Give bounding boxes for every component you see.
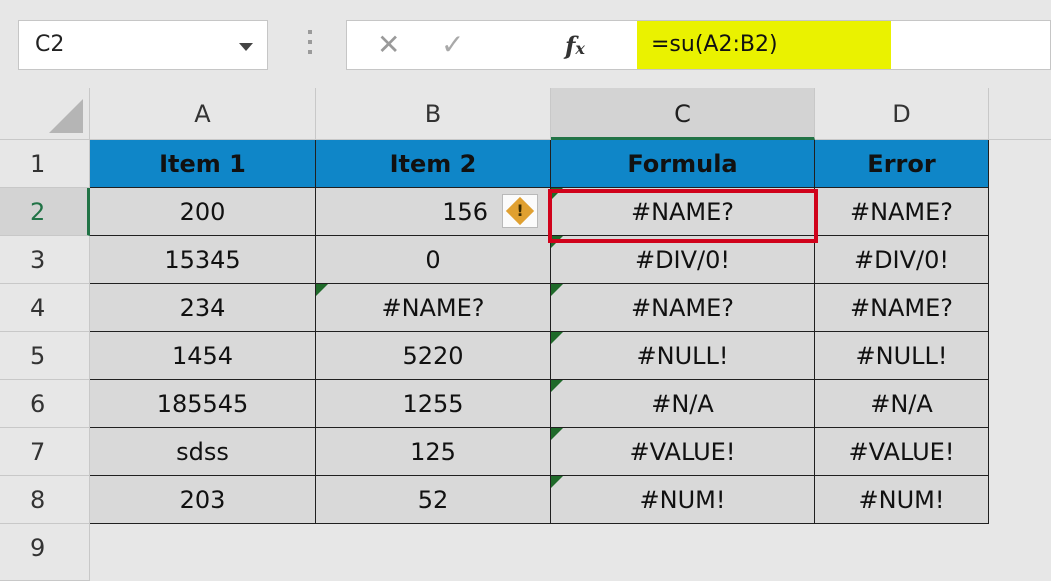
table-cell[interactable]: #NAME? (815, 188, 989, 236)
table-cell[interactable]: #NULL! (551, 332, 815, 380)
table-cell[interactable]: #VALUE! (551, 428, 815, 476)
column-header-c[interactable]: C (551, 88, 815, 140)
table-cell[interactable]: #NAME? (551, 284, 815, 332)
error-indicator-icon[interactable] (551, 380, 563, 392)
table-cell[interactable]: 125 (316, 428, 551, 476)
table-cell[interactable]: 203 (90, 476, 316, 524)
error-options-button[interactable]: ! (502, 194, 538, 228)
row-header-3[interactable]: 3 (0, 236, 90, 284)
table-cell[interactable]: sdss (90, 428, 316, 476)
table-header-cell[interactable]: Item 2 (316, 140, 551, 188)
name-box[interactable]: C2 (18, 20, 268, 70)
error-indicator-icon[interactable] (551, 332, 563, 344)
select-all-icon (49, 99, 83, 133)
error-indicator-icon[interactable] (551, 428, 563, 440)
table-cell[interactable]: #NUM! (551, 476, 815, 524)
column-header-empty (989, 88, 1051, 140)
table-cell[interactable]: 1255 (316, 380, 551, 428)
error-indicator-icon[interactable] (316, 284, 328, 296)
row-header-2[interactable]: 2 (0, 188, 90, 236)
cell-value: #NUM! (639, 486, 726, 514)
drag-handle-icon[interactable] (308, 30, 312, 60)
formula-bar: C2 ✕ ✓ fx =su(A2:B2) (0, 0, 1051, 88)
table-header-cell[interactable]: Error (815, 140, 989, 188)
table-cell[interactable]: 1454 (90, 332, 316, 380)
table-cell[interactable]: 185545 (90, 380, 316, 428)
row-header-1[interactable]: 1 (0, 140, 90, 188)
error-indicator-icon[interactable] (551, 284, 563, 296)
checkmark-icon[interactable]: ✓ (441, 31, 464, 59)
insert-function-icon[interactable]: fx (565, 31, 585, 60)
column-header-d[interactable]: D (815, 88, 989, 140)
table-cell[interactable]: #NUM! (815, 476, 989, 524)
table-header-cell[interactable]: Formula (551, 140, 815, 188)
table-cell[interactable]: #NAME? (316, 284, 551, 332)
error-indicator-icon[interactable] (551, 236, 563, 248)
table-cell[interactable]: #DIV/0! (815, 236, 989, 284)
cell-value: #NULL! (636, 342, 729, 370)
table-cell[interactable]: 15345 (90, 236, 316, 284)
table-cell[interactable]: #NAME? (551, 188, 815, 236)
cell-value: #DIV/0! (634, 246, 731, 274)
empty-row[interactable] (90, 525, 1051, 581)
row-header-8[interactable]: 8 (0, 476, 90, 524)
table-cell[interactable]: #VALUE! (815, 428, 989, 476)
table-cell[interactable]: 0 (316, 236, 551, 284)
row-header-9[interactable]: 9 (0, 524, 90, 581)
formula-input[interactable]: =su(A2:B2) (637, 21, 891, 69)
select-all-button[interactable] (0, 88, 90, 140)
table-cell[interactable]: #N/A (551, 380, 815, 428)
cell-value: #NAME? (630, 294, 735, 322)
cell-value: #NAME? (630, 198, 735, 226)
table-cell[interactable]: #N/A (815, 380, 989, 428)
warning-glyph: ! (516, 201, 524, 220)
table-cell[interactable]: #NULL! (815, 332, 989, 380)
table-cell[interactable]: 156 ! (316, 188, 551, 236)
table-cell[interactable]: 52 (316, 476, 551, 524)
cell-value: #VALUE! (629, 438, 736, 466)
row-header-5[interactable]: 5 (0, 332, 90, 380)
name-box-value: C2 (35, 32, 65, 57)
table-cell[interactable]: #DIV/0! (551, 236, 815, 284)
column-header-b[interactable]: B (316, 88, 551, 140)
chevron-down-icon[interactable] (239, 43, 253, 51)
table-cell[interactable]: 5220 (316, 332, 551, 380)
cell-value: 156 (442, 198, 488, 226)
table-cell[interactable]: #NAME? (815, 284, 989, 332)
table-cell[interactable]: 200 (90, 188, 316, 236)
row-header-7[interactable]: 7 (0, 428, 90, 476)
formula-input-panel: ✕ ✓ fx =su(A2:B2) (346, 20, 1051, 70)
error-indicator-icon[interactable] (551, 476, 563, 488)
close-icon[interactable]: ✕ (377, 31, 400, 59)
cell-value: #N/A (651, 390, 714, 418)
column-header-a[interactable]: A (90, 88, 316, 140)
row-header-4[interactable]: 4 (0, 284, 90, 332)
row-header-6[interactable]: 6 (0, 380, 90, 428)
table-header-cell[interactable]: Item 1 (90, 140, 316, 188)
table-cell[interactable]: 234 (90, 284, 316, 332)
cell-value: #NAME? (381, 294, 485, 322)
error-indicator-icon[interactable] (551, 188, 563, 200)
